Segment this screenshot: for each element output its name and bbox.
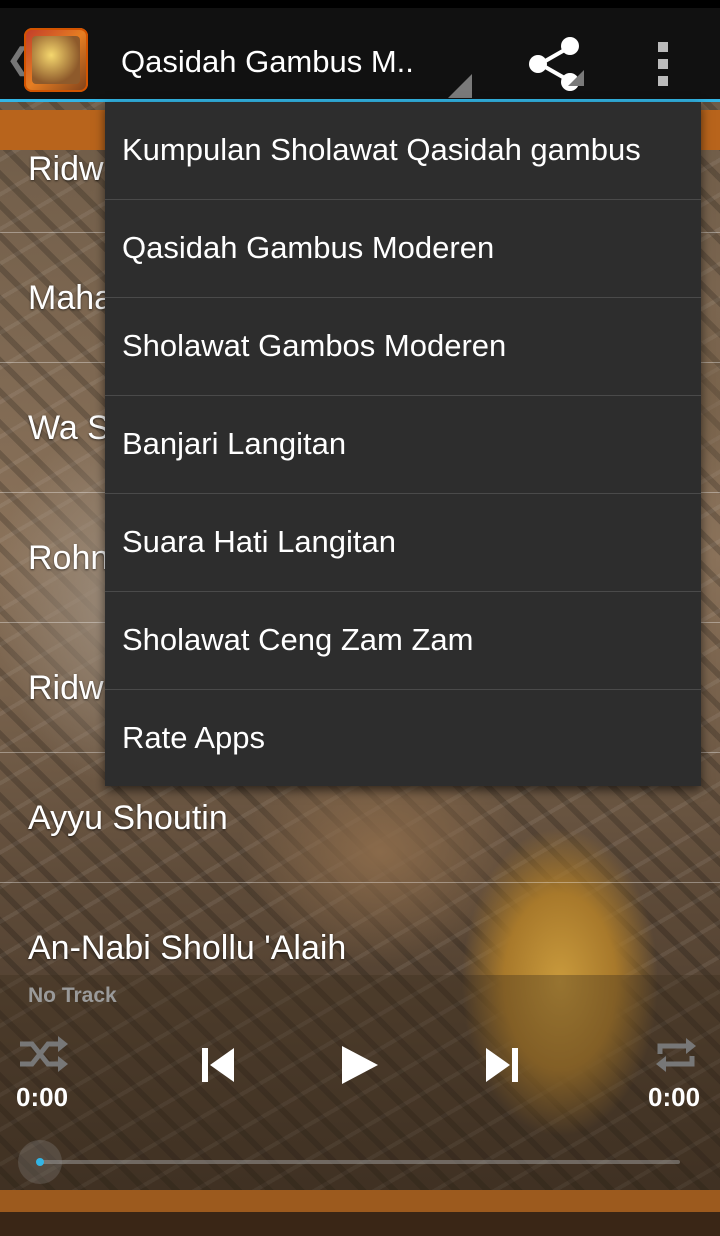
list-item-label: Ayyu Shoutin: [28, 799, 228, 837]
dropdown-menu: Kumpulan Sholawat Qasidah gambus Qasidah…: [105, 102, 701, 786]
page-title[interactable]: Qasidah Gambus M..: [121, 44, 414, 80]
menu-item[interactable]: Rate Apps: [105, 690, 701, 787]
menu-item[interactable]: Sholawat Ceng Zam Zam: [105, 592, 701, 690]
previous-icon[interactable]: [202, 1046, 236, 1084]
menu-item-label: Suara Hati Langitan: [122, 524, 397, 559]
app-logo[interactable]: [24, 28, 88, 92]
list-item-label: An-Nabi Shollu 'Alaih: [28, 929, 347, 967]
repeat-icon[interactable]: [654, 1038, 698, 1072]
spinner-indicator-icon[interactable]: [448, 74, 472, 98]
next-icon[interactable]: [484, 1046, 518, 1084]
menu-item-label: Rate Apps: [122, 720, 266, 755]
menu-item-label: Qasidah Gambus Moderen: [122, 230, 495, 265]
share-dropdown-indicator-icon: [568, 70, 584, 86]
menu-item[interactable]: Qasidah Gambus Moderen: [105, 200, 701, 298]
list-item[interactable]: An-Nabi Shollu 'Alaih: [0, 882, 720, 975]
list-item-label: Rohn: [28, 539, 110, 577]
action-bar: ❮ Qasidah Gambus M..: [0, 8, 720, 99]
list-item-label: Maha: [28, 279, 114, 317]
menu-item[interactable]: Banjari Langitan: [105, 396, 701, 494]
list-item-label: Wa S: [28, 409, 110, 447]
menu-item[interactable]: Sholawat Gambos Moderen: [105, 298, 701, 396]
now-playing-track: No Track: [28, 984, 117, 1007]
menu-item-label: Sholawat Ceng Zam Zam: [122, 622, 474, 657]
menu-item-label: Sholawat Gambos Moderen: [122, 328, 507, 363]
seek-bar[interactable]: [40, 1160, 680, 1164]
play-icon[interactable]: [340, 1044, 380, 1086]
more-vert-icon[interactable]: [640, 34, 688, 94]
total-time: 0:00: [648, 1082, 701, 1112]
status-bar: [0, 0, 720, 8]
menu-item[interactable]: Suara Hati Langitan: [105, 494, 701, 592]
menu-item-label: Banjari Langitan: [122, 426, 347, 461]
bottom-strip: [0, 1190, 720, 1212]
elapsed-time: 0:00: [16, 1082, 69, 1112]
seek-thumb[interactable]: [18, 1140, 62, 1184]
menu-item-label: Kumpulan Sholawat Qasidah gambus: [122, 132, 641, 167]
shuffle-icon[interactable]: [18, 1036, 68, 1072]
bottom-nav-area: [0, 1212, 720, 1236]
list-item-label: Ridw: [28, 669, 104, 707]
menu-item[interactable]: Kumpulan Sholawat Qasidah gambus: [105, 102, 701, 200]
list-item-label: Ridw: [28, 150, 104, 188]
